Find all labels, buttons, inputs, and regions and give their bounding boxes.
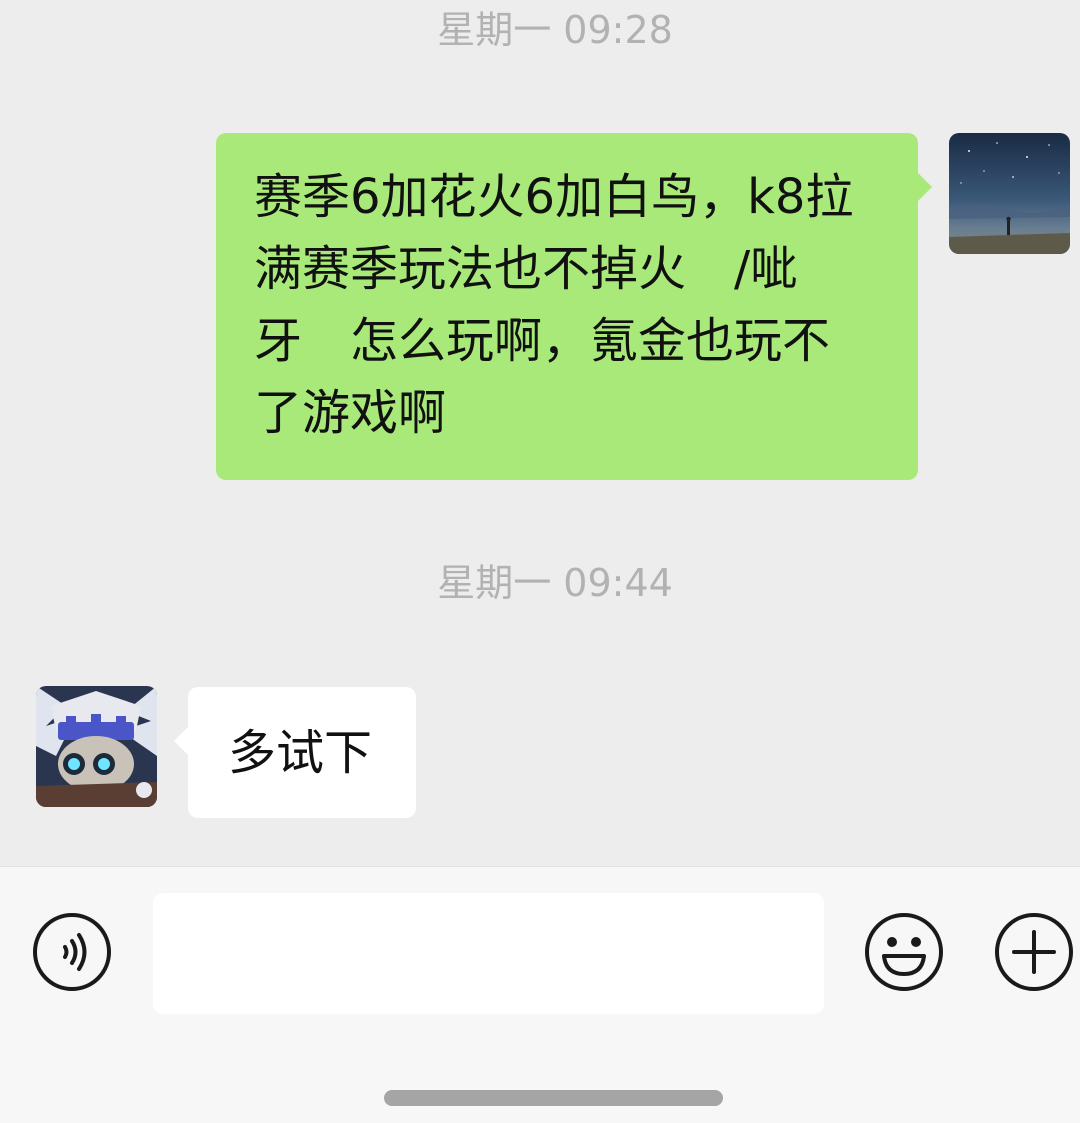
voice-icon[interactable]	[32, 912, 112, 992]
message-input[interactable]	[153, 893, 824, 1014]
night-sky-avatar-image	[949, 133, 1070, 254]
incoming-message-bubble[interactable]: 多试下	[174, 687, 416, 818]
outgoing-message-bubble[interactable]: 赛季6加花火6加白鸟，k8拉 满赛季玩法也不掉火 /呲 牙 怎么玩啊，氪金也玩不…	[216, 133, 932, 480]
self-avatar[interactable]	[949, 133, 1070, 254]
emoji-icon[interactable]	[864, 912, 944, 992]
message-timestamp: 星期一 09:28	[437, 8, 673, 52]
robot-character-avatar-image	[36, 686, 157, 807]
plus-icon[interactable]	[994, 912, 1074, 992]
peer-avatar[interactable]	[36, 686, 157, 807]
home-indicator[interactable]	[384, 1090, 723, 1106]
input-bar	[0, 866, 1080, 1123]
chat-area: 星期一 09:28 赛季6加花火6加白鸟，k8拉 满赛季玩法也不掉火 /呲 牙 …	[0, 0, 1080, 866]
message-timestamp: 星期一 09:44	[437, 561, 673, 605]
